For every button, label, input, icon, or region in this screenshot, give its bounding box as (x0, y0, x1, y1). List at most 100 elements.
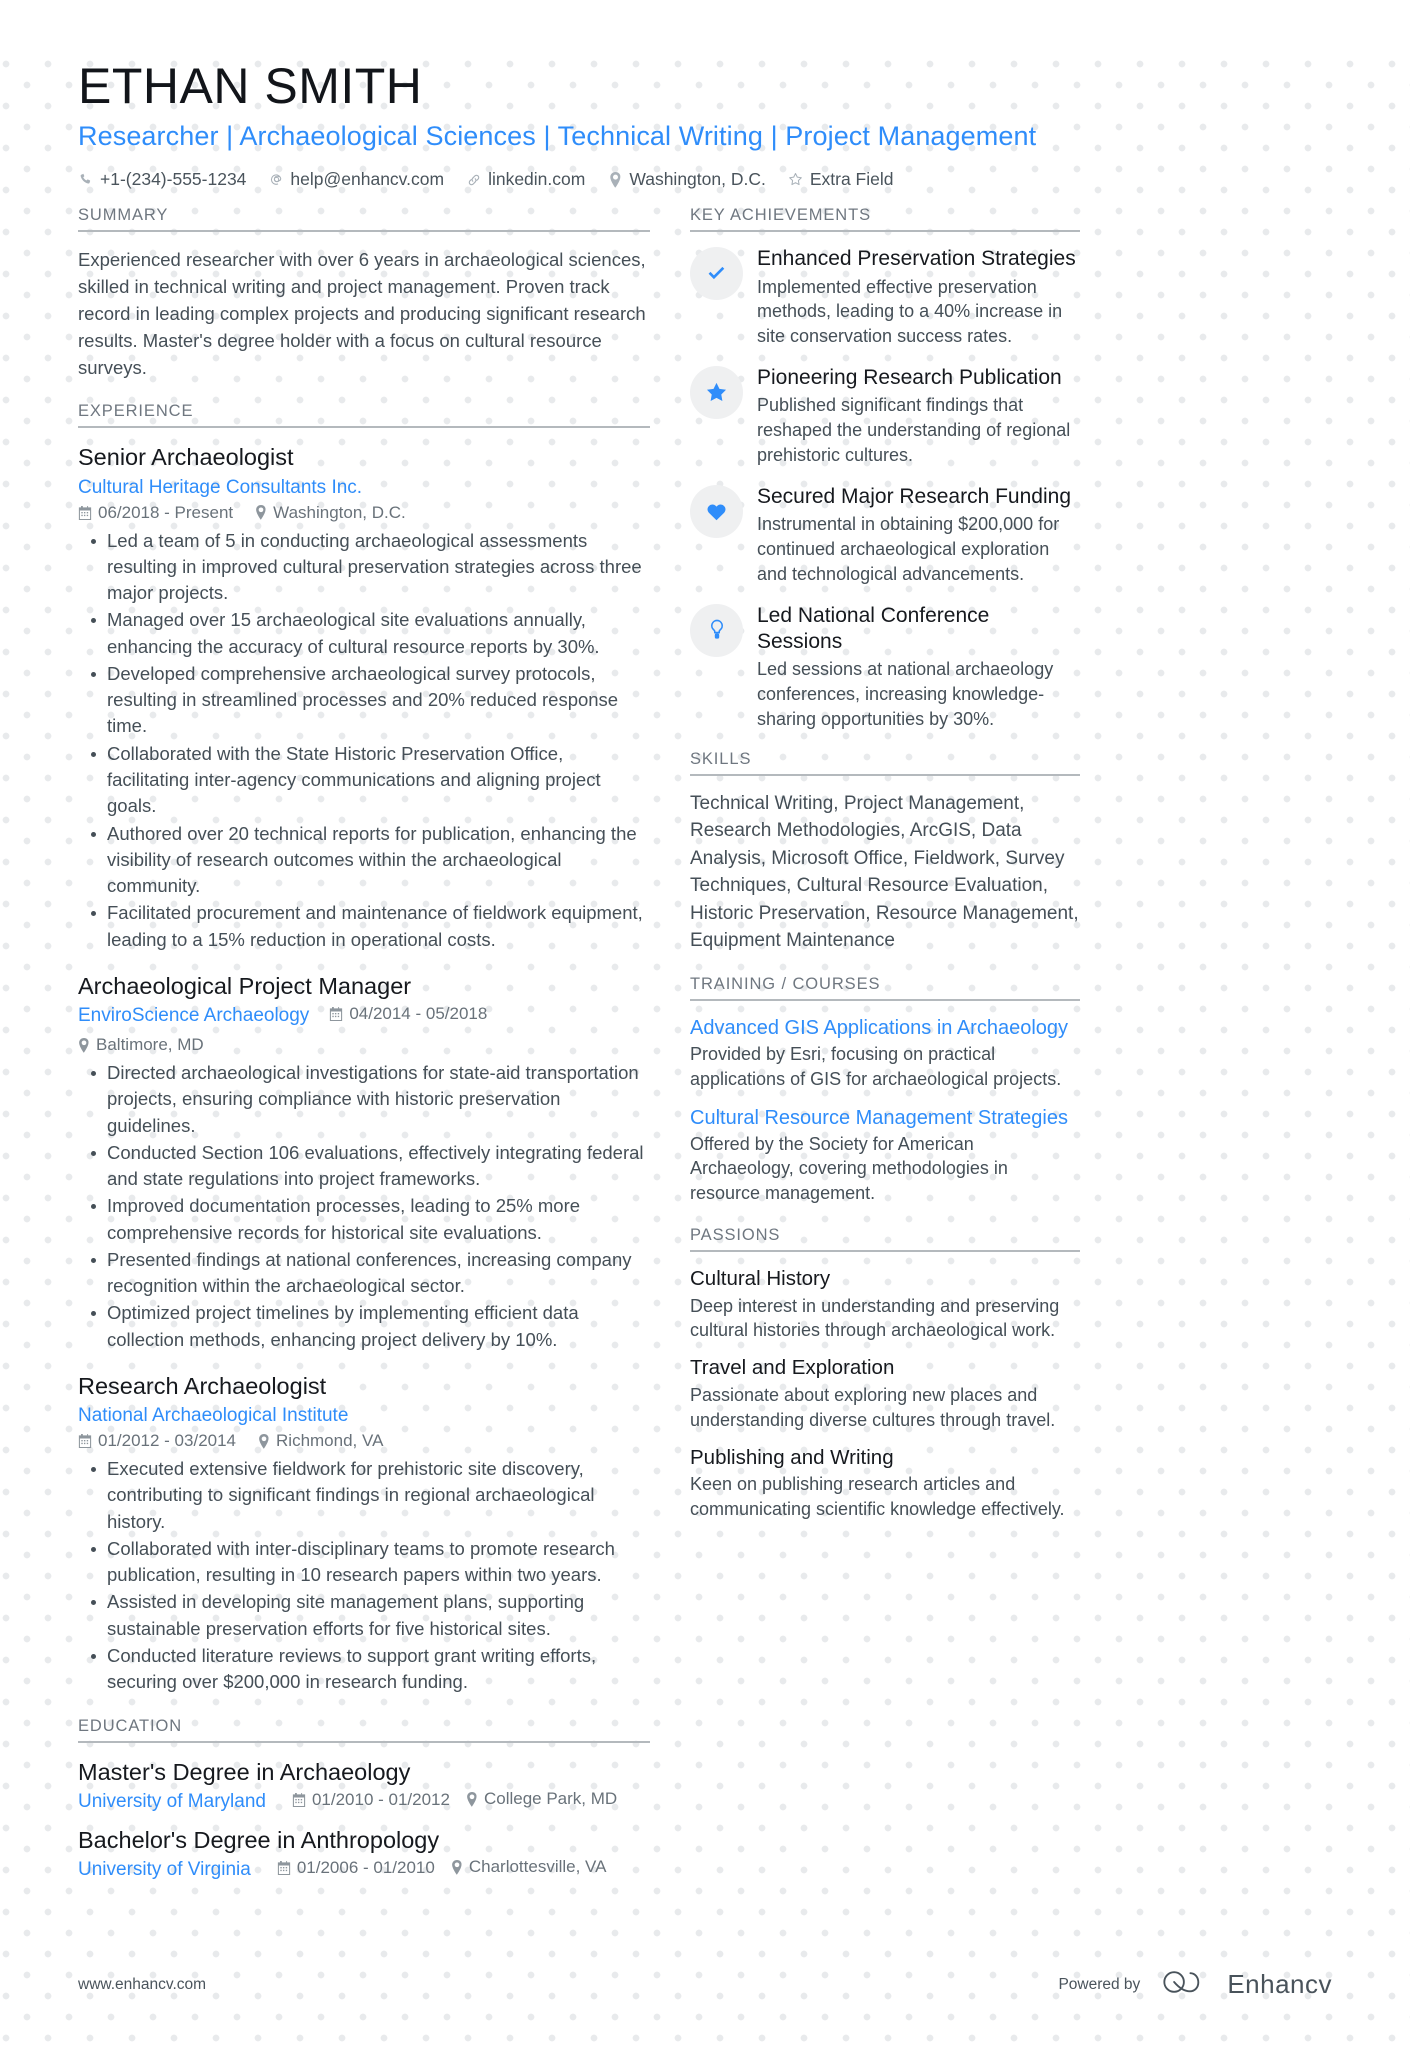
summary-text: Experienced researcher with over 6 years… (78, 249, 646, 379)
education-dates-text: 01/2010 - 01/2012 (311, 1789, 450, 1809)
achievement-item: Led National Conference Sessions Led ses… (690, 603, 1080, 732)
job-location-text: Richmond, VA (276, 1431, 384, 1451)
location-pin-icon (258, 1433, 270, 1449)
passion-item: Cultural History Deep interest in unders… (690, 1266, 1080, 1343)
achievement-item: Pioneering Research Publication Publishe… (690, 365, 1080, 468)
passion-description: Deep interest in understanding and prese… (690, 1295, 1060, 1341)
job-location-text: Washington, D.C. (273, 502, 406, 522)
contact-extra-field[interactable]: Extra Field (788, 169, 894, 190)
section-experience: EXPERIENCE Senior Archaeologist Cultural… (78, 402, 650, 1695)
achievement-badge (690, 366, 743, 420)
contact-email[interactable]: help@enhancv.com (268, 169, 444, 190)
enhancv-wordmark: Enhancv (1227, 1969, 1332, 1999)
education-location: Charlottesville, VA (451, 1857, 606, 1877)
achievement-description: Implemented effective preservation metho… (757, 276, 1063, 347)
job-company[interactable]: National Archaeological Institute (78, 1403, 650, 1429)
enhancv-mark-icon (1162, 1968, 1216, 2001)
job-location-text: Baltimore, MD (96, 1035, 204, 1055)
professional-headline: Researcher | Archaeological Sciences | T… (78, 121, 1037, 151)
section-title-education: EDUCATION (78, 1717, 650, 1743)
passion-item: Publishing and Writing Keen on publishin… (690, 1445, 1080, 1522)
location-pin-icon (255, 505, 267, 520)
school-name[interactable]: University of Virginia (78, 1859, 251, 1881)
section-title-experience: EXPERIENCE (78, 402, 650, 429)
achievement-badge (690, 484, 743, 538)
location-pin-icon (607, 171, 623, 188)
education-location-text: College Park, MD (483, 1789, 618, 1809)
page-footer: www.enhancv.com Powered by Enhancv (78, 1968, 1332, 2001)
experience-item: Senior Archaeologist Cultural Heritage C… (78, 442, 650, 952)
job-dates-text: 04/2014 - 05/2018 (349, 1004, 488, 1024)
course-title[interactable]: Advanced GIS Applications in Archaeology (690, 1015, 1080, 1041)
job-location: Baltimore, MD (78, 1035, 204, 1055)
job-title: Research Archaeologist (78, 1372, 327, 1399)
achievement-description: Led sessions at national archaeology con… (757, 659, 1054, 729)
job-bullets: Executed extensive fieldwork for prehist… (78, 1456, 650, 1695)
achievement-item: Enhanced Preservation Strategies Impleme… (690, 246, 1080, 349)
contact-linkedin-text: linkedin.com (488, 169, 586, 190)
education-item: Bachelor's Degree in Anthropology Univer… (78, 1825, 650, 1881)
section-education: EDUCATION Master's Degree in Archaeology… (78, 1717, 650, 1881)
location-pin-icon (466, 1791, 478, 1807)
job-meta: 06/2018 - Present Washington, D.C. (78, 503, 650, 523)
heart-icon (705, 500, 728, 523)
education-dates: 01/2006 - 01/2010 (277, 1858, 435, 1878)
lightbulb-icon (707, 619, 727, 641)
resume-page: ETHAN SMITH Researcher | Archaeological … (0, 58, 1410, 2053)
footer-branding: Powered by Enhancv (1058, 1968, 1332, 2001)
education-meta: University of Virginia 01/2006 - 01/2010 (78, 1857, 650, 1881)
passion-description: Keen on publishing research articles and… (690, 1474, 1065, 1520)
job-dates: 06/2018 - Present (78, 503, 233, 523)
job-dates: 01/2012 - 03/2014 (78, 1431, 236, 1451)
section-title-passions: PASSIONS (690, 1226, 1080, 1252)
section-training-courses: TRAINING / COURSES Advanced GIS Applicat… (690, 975, 1080, 1206)
list-item: Managed over 15 archaeological site eval… (78, 607, 650, 660)
job-location: Washington, D.C. (255, 503, 406, 523)
passion-title: Travel and Exploration (690, 1356, 895, 1380)
list-item: Led a team of 5 in conducting archaeolog… (78, 528, 650, 607)
list-item: Assisted in developing site management p… (78, 1589, 650, 1642)
location-pin-icon (451, 1859, 463, 1875)
course-item: Cultural Resource Management Strategies … (690, 1105, 1080, 1206)
contact-location[interactable]: Washington, D.C. (607, 169, 766, 190)
list-item: Directed archaeological investigations f… (78, 1060, 650, 1139)
contact-extra-field-text: Extra Field (809, 169, 894, 190)
list-item: Conducted Section 106 evaluations, effec… (78, 1140, 650, 1193)
calendar-icon (78, 505, 92, 520)
contact-phone[interactable]: +1-(234)-555-1234 (78, 169, 246, 190)
course-title[interactable]: Cultural Resource Management Strategies (690, 1105, 1080, 1131)
achievement-badge (690, 603, 743, 657)
job-meta: EnviroScience Archaeology 04/2014 - 05/2… (78, 1003, 650, 1055)
job-location: Richmond, VA (258, 1431, 383, 1451)
list-item: Optimized project timelines by implement… (78, 1300, 650, 1353)
job-dates-text: 06/2018 - Present (98, 502, 234, 522)
enhancv-logo: Enhancv (1162, 1968, 1332, 2001)
education-dates-text: 01/2006 - 01/2010 (296, 1857, 435, 1877)
achievement-title: Pioneering Research Publication (757, 366, 1062, 390)
job-title: Senior Archaeologist (78, 444, 294, 471)
contact-linkedin[interactable]: linkedin.com (466, 169, 585, 190)
calendar-icon (292, 1792, 306, 1807)
check-icon (705, 262, 728, 285)
list-item: Collaborated with inter-disciplinary tea… (78, 1536, 650, 1589)
page-title: ETHAN SMITH (78, 58, 423, 114)
list-item: Facilitated procurement and maintenance … (78, 900, 650, 953)
education-meta: University of Maryland 01/2010 - 01/2012 (78, 1789, 650, 1813)
footer-url[interactable]: www.enhancv.com (78, 1976, 206, 1994)
contact-phone-text: +1-(234)-555-1234 (100, 169, 247, 190)
section-key-achievements: KEY ACHIEVEMENTS Enhanced Preservation S… (690, 206, 1080, 731)
email-icon (268, 172, 284, 187)
achievement-item: Secured Major Research Funding Instrumen… (690, 484, 1080, 587)
phone-icon (78, 173, 94, 187)
star-outline-icon (788, 172, 804, 187)
job-company[interactable]: Cultural Heritage Consultants Inc. (78, 475, 650, 501)
section-title-summary: SUMMARY (78, 206, 650, 233)
job-company[interactable]: EnviroScience Archaeology (78, 1003, 309, 1029)
degree-title: Bachelor's Degree in Anthropology (78, 1826, 440, 1853)
achievement-description: Published significant findings that resh… (757, 395, 1071, 466)
section-title-skills: SKILLS (690, 750, 1080, 776)
resume-header: ETHAN SMITH Researcher | Archaeological … (78, 58, 1332, 190)
list-item: Developed comprehensive archaeological s… (78, 661, 650, 740)
school-name[interactable]: University of Maryland (78, 1791, 266, 1813)
calendar-icon (277, 1860, 291, 1875)
